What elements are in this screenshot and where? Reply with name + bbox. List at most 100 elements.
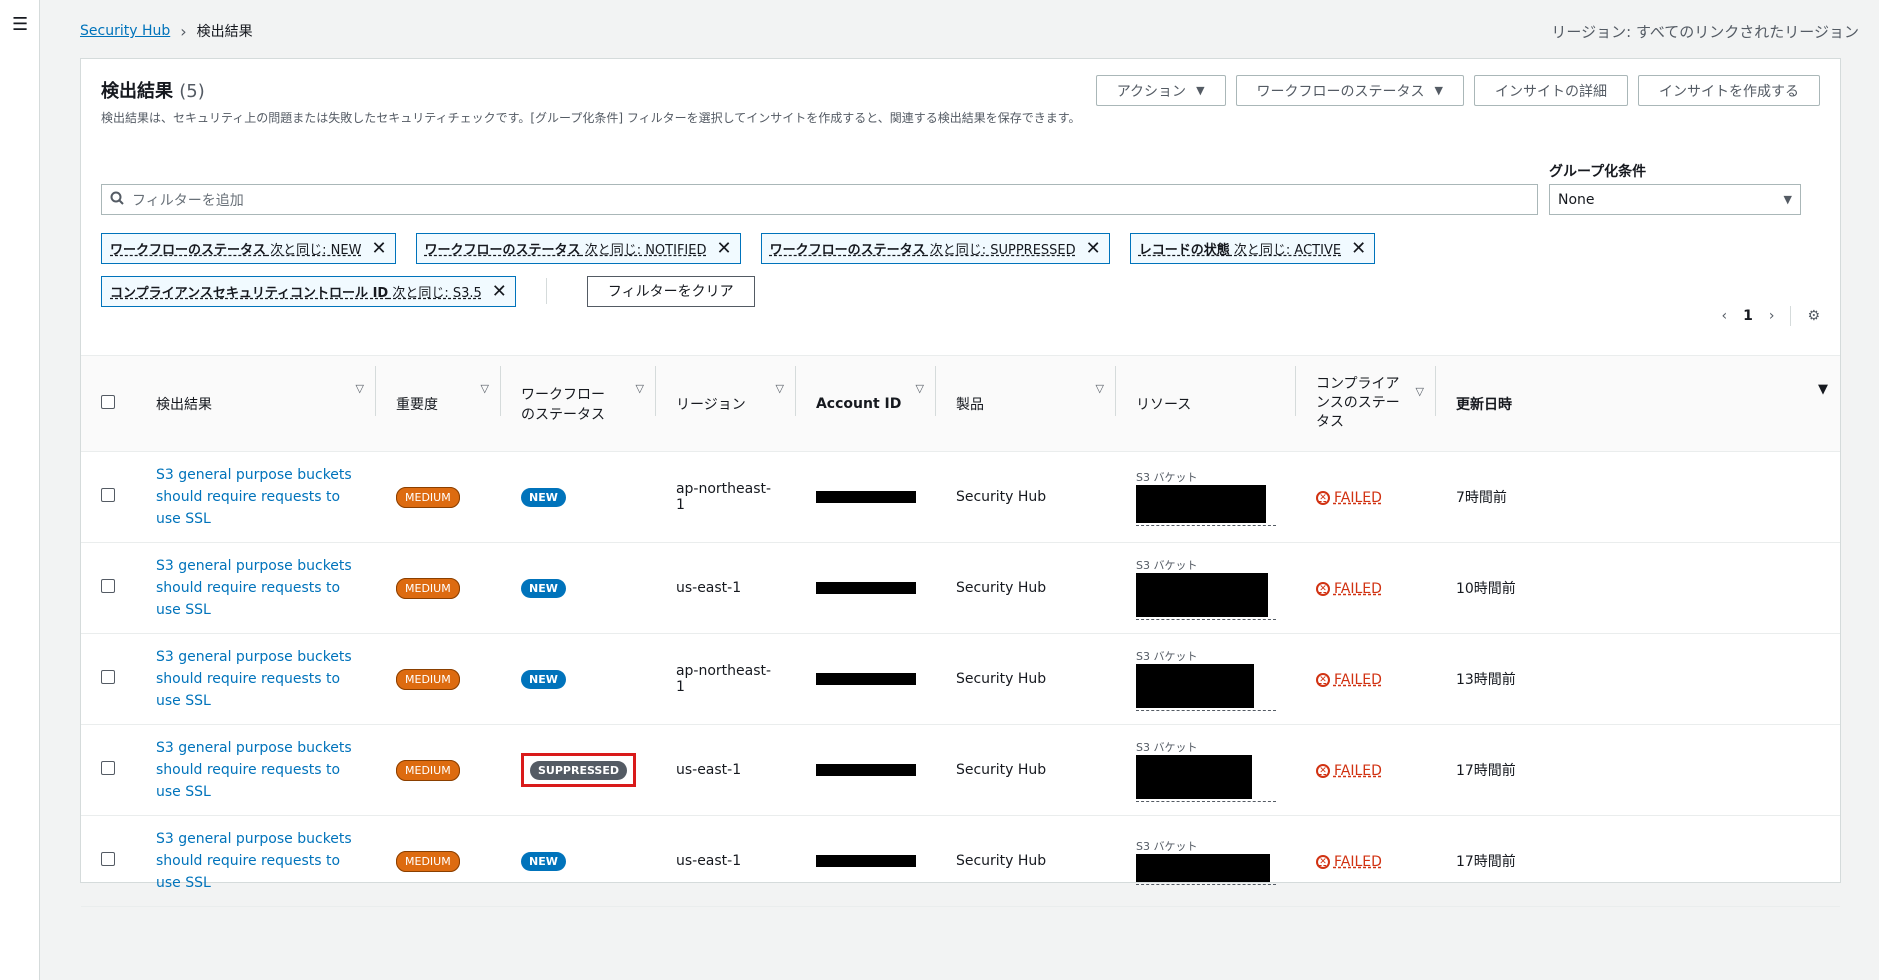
close-icon[interactable]: ✕ [492, 281, 507, 302]
compliance-status[interactable]: ✕ FAILED [1315, 763, 1382, 779]
group-by-select[interactable]: None ▼ [1549, 184, 1801, 215]
finding-link[interactable]: S3 general purpose buckets should requir… [156, 558, 352, 618]
breadcrumb-security-hub[interactable]: Security Hub [80, 23, 170, 39]
sort-icon: ▽ [480, 382, 489, 395]
product-cell: Security Hub [935, 542, 1116, 634]
region-cell: us-east-1 [655, 542, 796, 634]
finding-link[interactable]: S3 general purpose buckets should requir… [156, 467, 352, 527]
filter-token-key: レコードの状態 [1138, 242, 1230, 258]
action-button[interactable]: アクション ▼ [1095, 75, 1226, 106]
resource-cell: S3 バケット [1115, 633, 1296, 725]
select-all-checkbox[interactable] [101, 394, 115, 409]
column-account[interactable]: Account ID ▽ [795, 355, 936, 452]
updated-cell: 17時間前 [1435, 724, 1840, 816]
x-circle-icon: ✕ [1315, 582, 1330, 596]
finding-link[interactable]: S3 general purpose buckets should requir… [156, 831, 352, 891]
insight-details-button[interactable]: インサイトの詳細 [1474, 75, 1628, 106]
severity-badge: MEDIUM [396, 578, 460, 599]
filter-token[interactable]: レコードの状態 次と同じ: ACTIVE ✕ [1129, 232, 1376, 264]
create-insight-button[interactable]: インサイトを作成する [1638, 75, 1820, 106]
filter-search-input[interactable]: フィルターを追加 [101, 184, 1538, 215]
resource-type-label: S3 バケット [1135, 740, 1198, 754]
close-icon[interactable]: ✕ [716, 238, 731, 259]
compliance-status[interactable]: ✕ FAILED [1315, 854, 1382, 870]
compliance-status[interactable]: ✕ FAILED [1315, 490, 1382, 506]
updated-cell: 17時間前 [1435, 815, 1840, 907]
account-cell [795, 724, 936, 816]
severity-badge: MEDIUM [396, 487, 460, 508]
resource-cell: S3 バケット [1115, 451, 1296, 543]
resource-link[interactable] [1135, 663, 1276, 711]
redacted-account [815, 673, 916, 685]
filter-token-value: 次と同じ: NEW [266, 242, 362, 258]
page-number[interactable]: 1 [1743, 308, 1753, 324]
resource-link[interactable] [1135, 484, 1276, 526]
redacted-account [815, 491, 916, 503]
filter-token-key: ワークフローのステータス [769, 242, 926, 258]
column-finding[interactable]: 検出結果 ▽ [136, 355, 376, 452]
severity-badge: MEDIUM [396, 760, 460, 781]
menu-icon[interactable]: ☰ [12, 14, 28, 35]
account-cell [795, 451, 936, 543]
finding-link[interactable]: S3 general purpose buckets should requir… [156, 649, 352, 709]
table-row: S3 general purpose buckets should requir… [81, 815, 1840, 907]
close-icon[interactable]: ✕ [1086, 238, 1101, 259]
workflow-badge: NEW [521, 579, 566, 598]
gear-icon[interactable]: ⚙ [1807, 308, 1820, 324]
workflow-badge: NEW [521, 488, 566, 507]
chevron-right-icon[interactable]: › [1769, 308, 1775, 324]
compliance-cell: ✕ FAILED [1295, 451, 1436, 543]
region-cell: us-east-1 [655, 815, 796, 907]
column-product[interactable]: 製品 ▽ [935, 355, 1116, 452]
findings-table: 検出結果 ▽ 重要度 ▽ ワークフロー のステータス ▽ リージョン ▽ Acc… [81, 355, 1840, 907]
finding-link[interactable]: S3 general purpose buckets should requir… [156, 740, 352, 800]
compliance-status-label: FAILED [1333, 854, 1382, 870]
x-circle-icon: ✕ [1315, 855, 1330, 869]
redacted-account [815, 855, 916, 867]
compliance-status[interactable]: ✕ FAILED [1315, 672, 1382, 688]
clear-filters-button[interactable]: フィルターをクリア [586, 275, 755, 307]
close-icon[interactable]: ✕ [371, 238, 386, 259]
row-checkbox[interactable] [101, 761, 115, 775]
sort-descending-icon: ▼ [1818, 382, 1828, 397]
row-checkbox[interactable] [101, 488, 115, 502]
findings-panel: 検出結果 (5) 検出結果は、セキュリティ上の問題または失敗したセキュリティチェ… [80, 58, 1841, 907]
filter-token[interactable]: ワークフローのステータス 次と同じ: NOTIFIED ✕ [415, 232, 741, 264]
filter-token[interactable]: コンプライアンスセキュリティコントロール ID 次と同じ: S3.5 ✕ [101, 275, 516, 307]
column-severity-label: 重要度 [396, 396, 438, 413]
chevron-left-icon[interactable]: ‹ [1721, 308, 1727, 324]
column-updated-label: 更新日時 [1455, 396, 1512, 413]
redacted-account [815, 582, 916, 594]
workflow-status-button[interactable]: ワークフローのステータス ▼ [1235, 75, 1464, 106]
resource-link[interactable] [1135, 754, 1276, 802]
severity-cell: MEDIUM [376, 724, 501, 816]
column-resource[interactable]: リソース [1115, 355, 1296, 452]
workflow-cell: NEW [501, 542, 656, 634]
sort-icon: ▽ [1095, 382, 1104, 395]
caret-down-icon: ▼ [1434, 84, 1443, 97]
close-icon[interactable]: ✕ [1351, 238, 1366, 259]
column-workflow[interactable]: ワークフロー のステータス ▽ [501, 355, 656, 452]
filter-token[interactable]: ワークフローのステータス 次と同じ: SUPPRESSED ✕ [760, 232, 1110, 264]
panel-description: 検出結果は、セキュリティ上の問題または失敗したセキュリティチェックです。[グルー… [101, 111, 1081, 125]
compliance-status[interactable]: ✕ FAILED [1315, 581, 1382, 597]
filter-token-label: ワークフローのステータス 次と同じ: NEW [110, 239, 361, 258]
filter-token-key: ワークフローのステータス [424, 242, 581, 258]
row-checkbox[interactable] [101, 852, 115, 866]
workflow-status-button-label: ワークフローのステータス [1256, 83, 1425, 100]
column-severity[interactable]: 重要度 ▽ [376, 355, 501, 452]
resource-link[interactable] [1135, 572, 1276, 620]
severity-badge: MEDIUM [396, 851, 460, 872]
row-select-cell [81, 815, 136, 907]
search-icon [110, 191, 124, 209]
resource-link[interactable] [1135, 853, 1276, 885]
column-updated[interactable]: 更新日時 ▼ [1435, 355, 1840, 452]
column-compliance[interactable]: コンプライア ンスのステー タス ▽ [1295, 355, 1436, 452]
column-region[interactable]: リージョン ▽ [655, 355, 796, 452]
row-checkbox[interactable] [101, 579, 115, 593]
finding-cell: S3 general purpose buckets should requir… [136, 542, 376, 634]
account-cell [795, 542, 936, 634]
filter-token[interactable]: ワークフローのステータス 次と同じ: NEW ✕ [101, 232, 396, 264]
row-checkbox[interactable] [101, 670, 115, 684]
resource-cell: S3 バケット [1115, 542, 1296, 634]
